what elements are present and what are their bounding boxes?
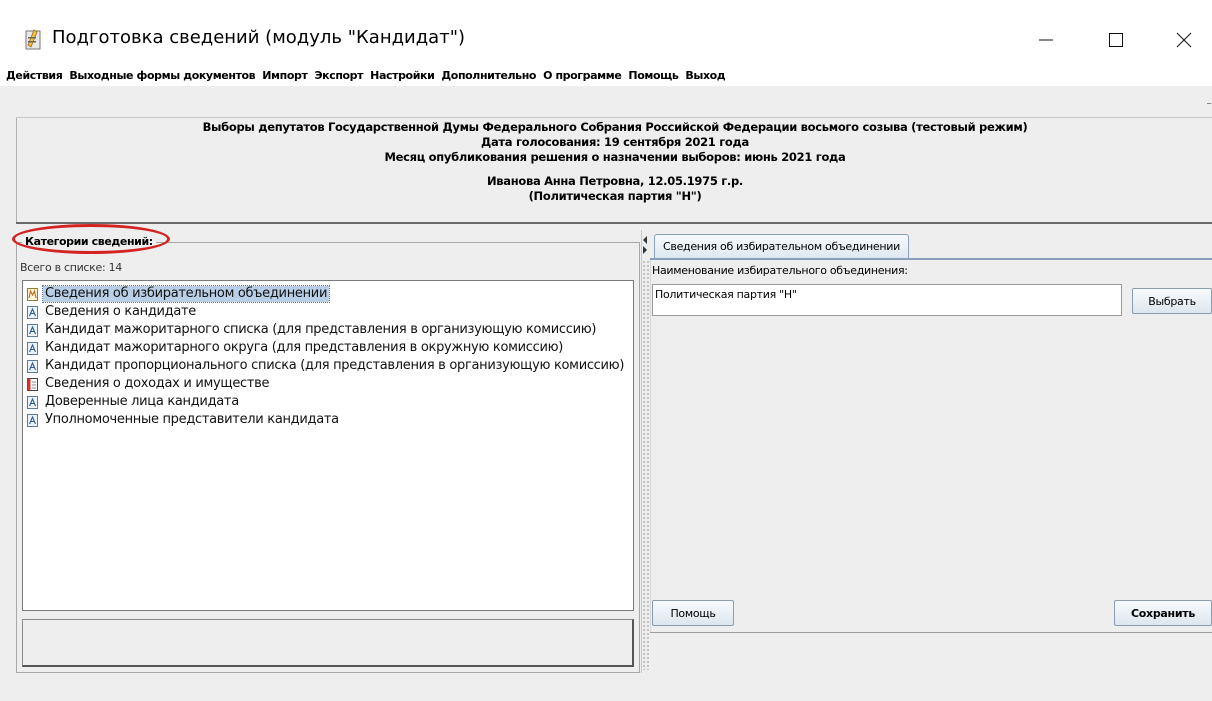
window-title: Подготовка сведений (модуль "Кандидат") [52,27,465,48]
toolbar-marker [1207,103,1211,104]
list-count: Всего в списке: 14 [20,261,122,274]
details-left-border [650,260,651,632]
list-item[interactable]: Сведения об избирательном объединении [23,285,633,303]
save-button[interactable]: Сохранить [1114,600,1212,626]
list-item-label: Сведения об избирательном объединении [41,285,331,303]
buttons-divider [650,632,1212,633]
association-name-field[interactable]: Политическая партия "Н" [652,284,1122,316]
voting-date: Дата голосования: 19 сентября 2021 года [481,135,749,149]
select-button[interactable]: Выбрать [1132,288,1212,314]
publication-month: Месяц опубликования решения о назначении… [384,150,846,164]
list-item-label: Кандидат пропорционального списка (для п… [45,358,625,373]
splitter-grip [642,260,650,670]
header-spacer [18,165,1212,174]
categories-panel: Категории сведений: Всего в списке: 14 С… [12,224,640,673]
document-icon [27,305,38,319]
candidate-party: (Политическая партия "Н") [528,189,702,203]
election-title: Выборы депутатов Государственной Думы Фе… [202,120,1028,134]
list-item-label: Кандидат мажоритарного списка (для предс… [45,322,597,337]
menu-help[interactable]: Помощь [628,69,678,82]
document-icon [27,341,38,355]
document-icon [27,395,38,409]
list-item[interactable]: Сведения о доходах и имуществе [23,375,633,393]
tab-underline [650,258,1212,260]
header-top-divider [16,117,1212,118]
description-box [22,619,634,667]
list-item[interactable]: Кандидат мажоритарного списка (для предс… [23,321,633,339]
list-item[interactable]: Кандидат мажоритарного округа (для предс… [23,339,633,357]
maximize-button[interactable] [1093,22,1139,58]
menu-exit[interactable]: Выход [685,69,725,82]
list-item[interactable]: Сведения о кандидате [23,303,633,321]
menu-output-forms[interactable]: Выходные формы документов [69,69,255,82]
header-divider [16,222,1212,224]
list-item-label: Уполномоченные представители кандидата [45,412,339,427]
list-item[interactable]: Уполномоченные представители кандидата [23,411,633,429]
menu-settings[interactable]: Настройки [370,69,435,82]
menu-actions[interactable]: Действия [6,69,63,82]
close-button[interactable] [1161,22,1207,58]
highlight-ellipse [12,224,170,254]
menu-export[interactable]: Экспорт [314,69,363,82]
document-edit-icon [27,287,38,301]
election-header: Выборы депутатов Государственной Думы Фе… [18,120,1212,218]
details-panel: Сведения об избирательном объединении На… [650,230,1212,673]
minimize-button[interactable] [1023,22,1069,58]
categories-list[interactable]: Сведения об избирательном объединении Св… [22,280,634,611]
collapse-right-icon[interactable] [643,246,647,254]
list-item-label: Кандидат мажоритарного округа (для предс… [45,340,564,355]
menu-bar: Действия Выходные формы документов Импор… [0,64,1212,86]
list-item-label: Сведения о доходах и имуществе [45,376,270,391]
list-item-label: Сведения о кандидате [45,304,196,319]
split-pane-divider[interactable] [641,230,650,673]
list-item[interactable]: Кандидат пропорционального списка (для п… [23,357,633,375]
help-button[interactable]: Помощь [652,600,734,626]
menu-about[interactable]: О программе [543,69,622,82]
title-bar: Подготовка сведений (модуль "Кандидат") [0,0,1212,64]
menu-import[interactable]: Импорт [262,69,308,82]
document-red-icon [27,377,38,391]
document-icon [27,359,38,373]
minimize-icon [1039,39,1053,41]
tab-association-info[interactable]: Сведения об избирательном объединении [654,234,909,258]
candidate-name: Иванова Анна Петровна, 12.05.1975 г.р. [486,174,743,188]
maximize-icon [1109,33,1123,47]
list-item-label: Доверенные лица кандидата [45,394,239,409]
collapse-left-icon[interactable] [643,236,647,244]
document-icon [27,413,38,427]
document-icon [27,323,38,337]
application-window: Подготовка сведений (модуль "Кандидат") … [0,0,1212,701]
app-icon [25,29,41,50]
close-icon [1176,32,1192,48]
association-name-label: Наименование избирательного объединения: [652,264,908,277]
list-item[interactable]: Доверенные лица кандидата [23,393,633,411]
header-left-border [16,118,17,224]
menu-additional[interactable]: Дополнительно [441,69,536,82]
